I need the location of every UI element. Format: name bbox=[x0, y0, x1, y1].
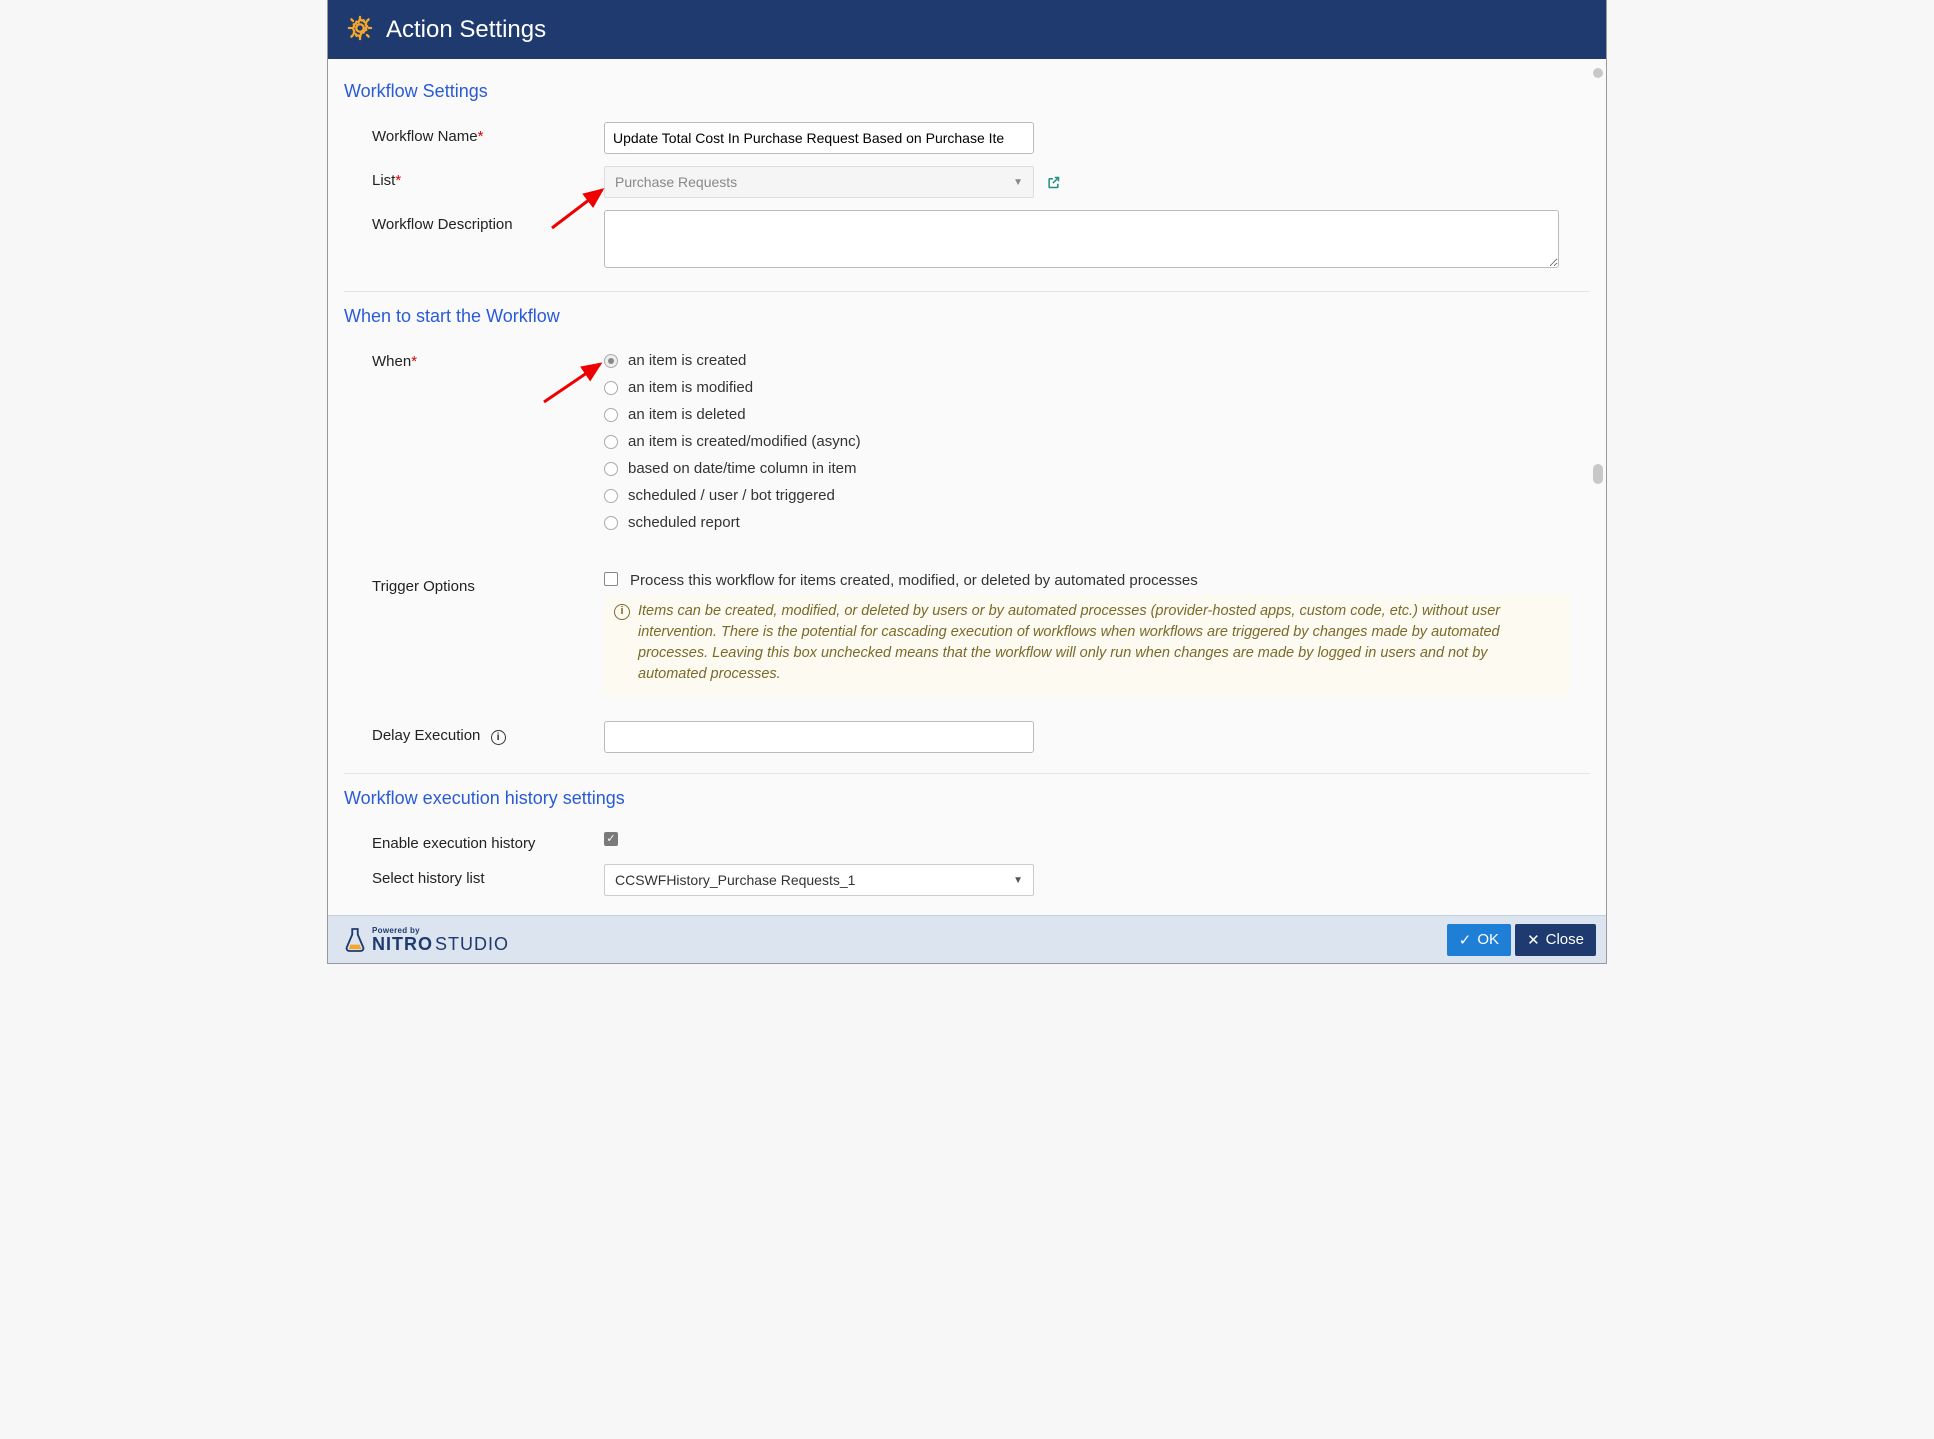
trigger-automated-checkbox[interactable] bbox=[604, 572, 618, 586]
radio-item-created[interactable]: an item is created bbox=[604, 347, 1570, 374]
row-workflow-name: Workflow Name* bbox=[344, 116, 1590, 160]
radio-icon bbox=[604, 489, 618, 503]
label-when: When* bbox=[344, 347, 604, 370]
row-enable-history: Enable execution history ✓ bbox=[344, 823, 1590, 858]
section-workflow-settings: Workflow Settings bbox=[344, 81, 1590, 102]
divider bbox=[344, 291, 1590, 292]
delay-execution-input[interactable] bbox=[604, 721, 1034, 753]
list-select[interactable]: Purchase Requests ▼ bbox=[604, 166, 1034, 198]
row-workflow-description: Workflow Description bbox=[344, 204, 1590, 277]
row-list: List* Purchase Requests ▼ bbox=[344, 160, 1590, 204]
row-select-history-list: Select history list CCSWFHistory_Purchas… bbox=[344, 858, 1590, 902]
radio-scheduled-user-bot[interactable]: scheduled / user / bot triggered bbox=[604, 482, 1570, 509]
radio-icon bbox=[604, 516, 618, 530]
row-when: When* an item is created an item is modi… bbox=[344, 341, 1590, 542]
radio-icon bbox=[604, 354, 618, 368]
workflow-name-input[interactable] bbox=[604, 122, 1034, 154]
chevron-down-icon: ▼ bbox=[1013, 177, 1023, 188]
action-settings-dialog: Action Settings Workflow Settings Workfl… bbox=[327, 0, 1607, 964]
label-trigger-options: Trigger Options bbox=[344, 572, 604, 595]
radio-item-created-modified-async[interactable]: an item is created/modified (async) bbox=[604, 428, 1570, 455]
radio-icon bbox=[604, 435, 618, 449]
dialog-footer: Powered by NITRO STUDIO ✓ OK ✕ Close bbox=[328, 915, 1606, 963]
trigger-automated-label: Process this workflow for items created,… bbox=[630, 572, 1198, 589]
gear-icon bbox=[346, 14, 374, 45]
label-list: List* bbox=[344, 166, 604, 189]
scroll-up-icon[interactable] bbox=[1593, 68, 1603, 78]
scrollbar-thumb[interactable] bbox=[1593, 464, 1603, 484]
radio-item-modified[interactable]: an item is modified bbox=[604, 374, 1570, 401]
label-delay-execution: Delay Execution i bbox=[344, 721, 604, 745]
scrollbar[interactable] bbox=[1591, 64, 1605, 913]
section-history: Workflow execution history settings bbox=[344, 788, 1590, 809]
dialog-body[interactable]: Workflow Settings Workflow Name* List* P… bbox=[328, 59, 1606, 915]
open-list-external-icon[interactable] bbox=[1046, 175, 1061, 190]
check-icon: ✓ bbox=[1459, 931, 1472, 949]
label-enable-history: Enable execution history bbox=[344, 829, 604, 852]
history-list-select[interactable]: CCSWFHistory_Purchase Requests_1 ▼ bbox=[604, 864, 1034, 896]
radio-scheduled-report[interactable]: scheduled report bbox=[604, 509, 1570, 536]
label-workflow-name: Workflow Name* bbox=[344, 122, 604, 145]
ok-button[interactable]: ✓ OK bbox=[1447, 924, 1511, 956]
when-radio-group: an item is created an item is modified a… bbox=[604, 347, 1590, 536]
section-when-start: When to start the Workflow bbox=[344, 306, 1590, 327]
workflow-description-input[interactable] bbox=[604, 210, 1559, 268]
divider bbox=[344, 773, 1590, 774]
radio-item-deleted[interactable]: an item is deleted bbox=[604, 401, 1570, 428]
dialog-header: Action Settings bbox=[328, 0, 1606, 59]
radio-icon bbox=[604, 381, 618, 395]
row-delay-execution: Delay Execution i bbox=[344, 715, 1590, 759]
radio-icon bbox=[604, 462, 618, 476]
label-workflow-description: Workflow Description bbox=[344, 210, 604, 233]
label-select-history-list: Select history list bbox=[344, 864, 604, 887]
close-icon: ✕ bbox=[1527, 931, 1540, 949]
radio-date-time-column[interactable]: based on date/time column in item bbox=[604, 455, 1570, 482]
dialog-title: Action Settings bbox=[386, 16, 546, 44]
brand-logo[interactable]: Powered by NITRO STUDIO bbox=[338, 926, 509, 954]
chevron-down-icon: ▼ bbox=[1013, 875, 1023, 886]
enable-history-checkbox[interactable]: ✓ bbox=[604, 832, 618, 846]
info-icon: i bbox=[614, 604, 630, 620]
info-icon[interactable]: i bbox=[491, 730, 506, 745]
trigger-info-note: i Items can be created, modified, or del… bbox=[604, 595, 1570, 695]
list-select-value: Purchase Requests bbox=[615, 174, 737, 190]
radio-icon bbox=[604, 408, 618, 422]
flask-icon bbox=[344, 926, 366, 954]
close-button[interactable]: ✕ Close bbox=[1515, 924, 1596, 956]
row-trigger-options: Trigger Options Process this workflow fo… bbox=[344, 566, 1590, 701]
